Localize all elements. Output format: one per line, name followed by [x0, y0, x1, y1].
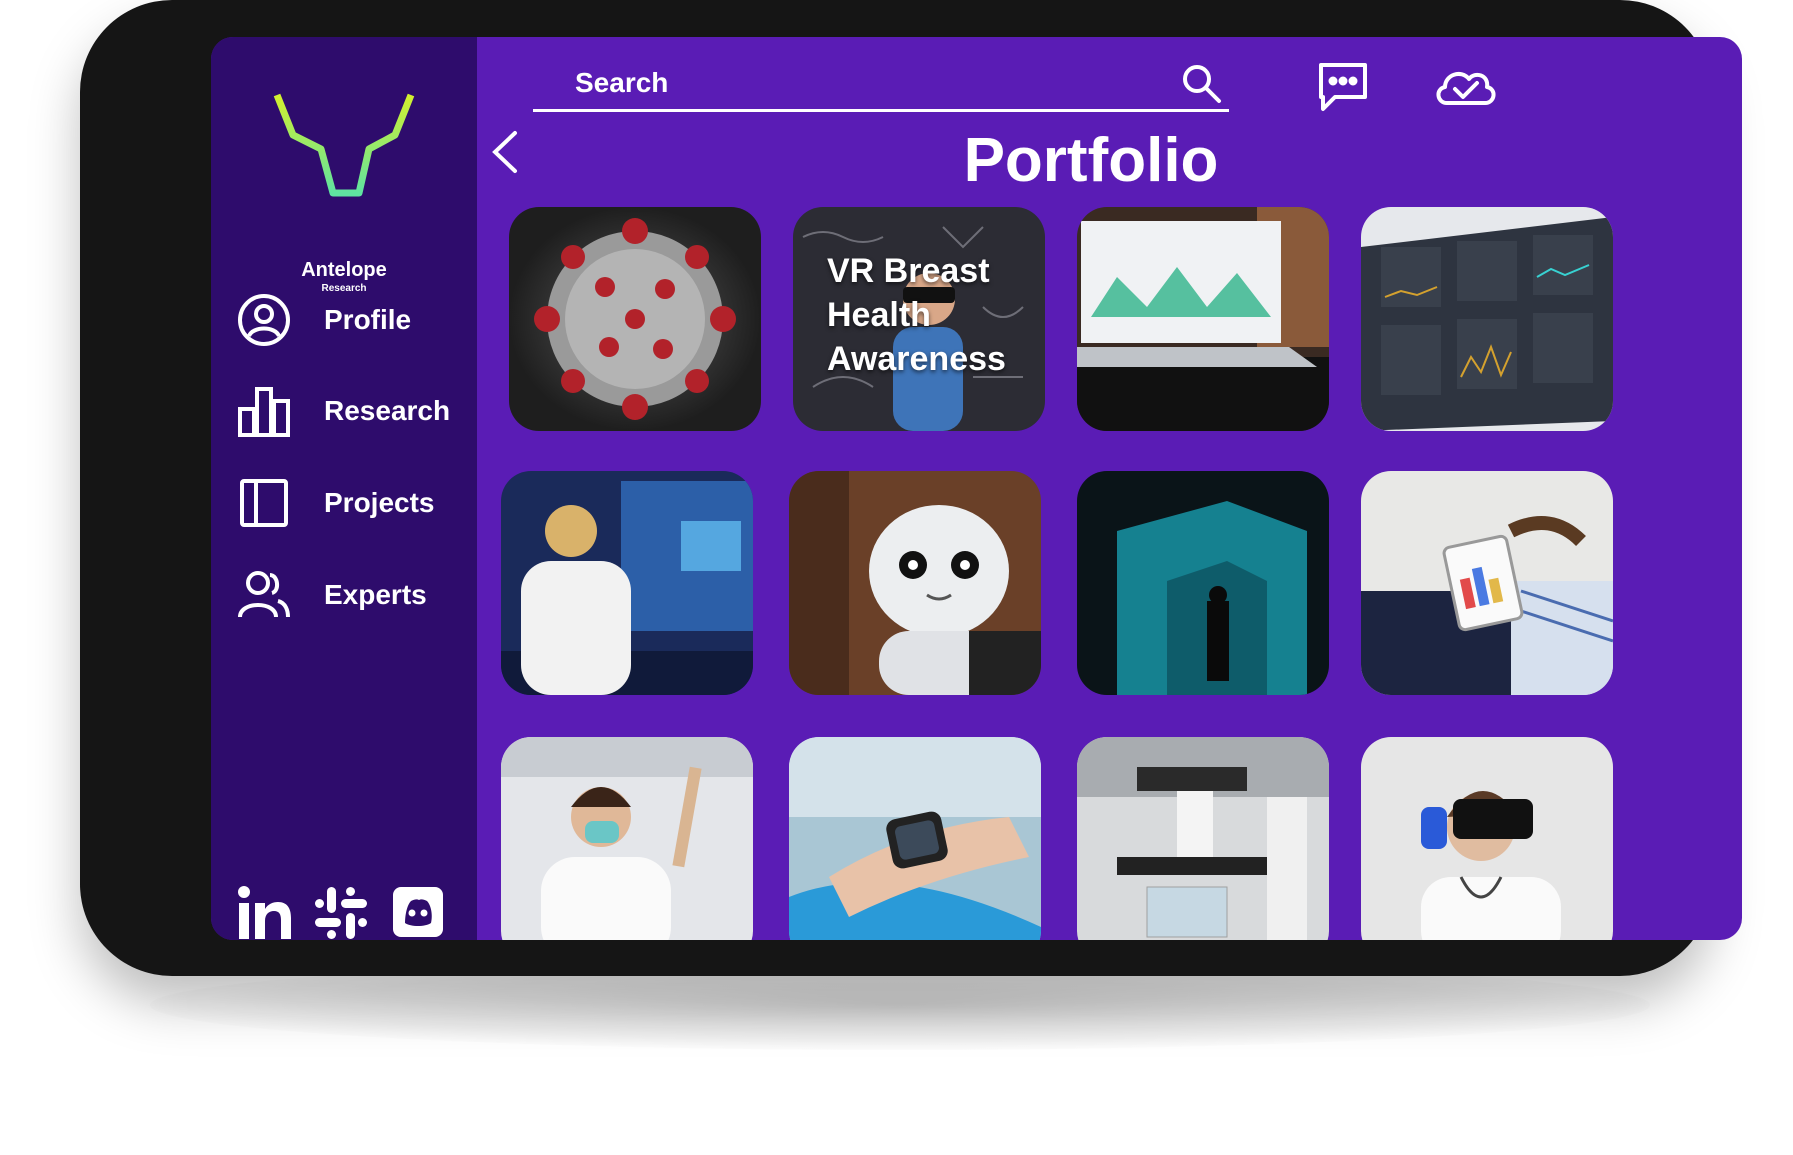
- back-button[interactable]: [485, 125, 527, 179]
- search-bar: [533, 59, 1229, 112]
- portfolio-card-humanoid-robot[interactable]: [789, 471, 1041, 695]
- portfolio-card-doctor-vr[interactable]: [1361, 737, 1613, 940]
- user-circle-icon: [236, 292, 292, 348]
- portfolio-card-laptop-dashboard[interactable]: [1077, 207, 1329, 431]
- app-screen: Antelope Research Profile Research Proje…: [211, 37, 1742, 940]
- lab-researcher-mask-image: [501, 737, 753, 940]
- antelope-logo-icon: [273, 93, 415, 197]
- coronavirus-image: [509, 207, 761, 431]
- analytics-screen-image: [1361, 207, 1613, 431]
- portfolio-card-light-installation[interactable]: [1077, 471, 1329, 695]
- lab-scientist-image: [501, 471, 753, 695]
- portfolio-card-lab-researcher[interactable]: [501, 737, 753, 940]
- panel-icon: [236, 475, 292, 531]
- sidebar-item-label: Experts: [324, 579, 427, 610]
- cloud-check-icon[interactable]: [1431, 59, 1499, 115]
- sidebar-item-research[interactable]: Research: [236, 381, 472, 441]
- portfolio-card-tablet-charts[interactable]: [1361, 471, 1613, 695]
- portfolio-card-vr-breast-health[interactable]: VR Breast Health Awareness: [793, 207, 1045, 431]
- portfolio-card-smartwatch[interactable]: [789, 737, 1041, 940]
- sidebar-item-label: Profile: [324, 304, 412, 335]
- tablet-charts-image: [1361, 471, 1613, 695]
- doctor-vr-headset-image: [1361, 737, 1613, 940]
- portfolio-card-coronavirus[interactable]: [509, 207, 761, 431]
- portfolio-card-analytics-screen[interactable]: [1361, 207, 1613, 431]
- search-icon[interactable]: [1181, 63, 1223, 105]
- sidebar-item-projects[interactable]: Projects: [236, 473, 472, 533]
- sidebar-item-profile[interactable]: Profile: [236, 290, 472, 350]
- slack-icon[interactable]: [313, 885, 369, 940]
- bar-chart-icon: [236, 383, 292, 439]
- light-installation-image: [1077, 471, 1329, 695]
- discord-icon[interactable]: [391, 885, 447, 940]
- linkedin-icon[interactable]: [237, 885, 293, 940]
- page-title: Portfolio: [963, 126, 1219, 195]
- humanoid-robot-image: [789, 471, 1041, 695]
- sidebar: Antelope Research Profile Research Proje…: [211, 37, 477, 940]
- tablet-frame: Antelope Research Profile Research Proje…: [80, 0, 1742, 976]
- card-title: VR Breast Health Awareness: [827, 252, 1006, 378]
- brand-logo[interactable]: Antelope Research: [261, 87, 427, 294]
- sidebar-item-experts[interactable]: Experts: [236, 565, 472, 625]
- chat-icon[interactable]: [1315, 59, 1371, 115]
- portfolio-card-microscope[interactable]: [1077, 737, 1329, 940]
- portfolio-card-lab-scientist[interactable]: [501, 471, 753, 695]
- search-input[interactable]: [573, 59, 1137, 107]
- sidebar-item-label: Projects: [324, 487, 435, 518]
- users-icon: [236, 567, 292, 623]
- chevron-left-icon: [492, 131, 517, 173]
- brand-name: Antelope: [301, 259, 387, 281]
- microscope-image: [1077, 737, 1329, 940]
- sidebar-item-label: Research: [324, 395, 451, 426]
- smartwatch-image: [789, 737, 1041, 940]
- laptop-dashboard-image: [1077, 207, 1329, 431]
